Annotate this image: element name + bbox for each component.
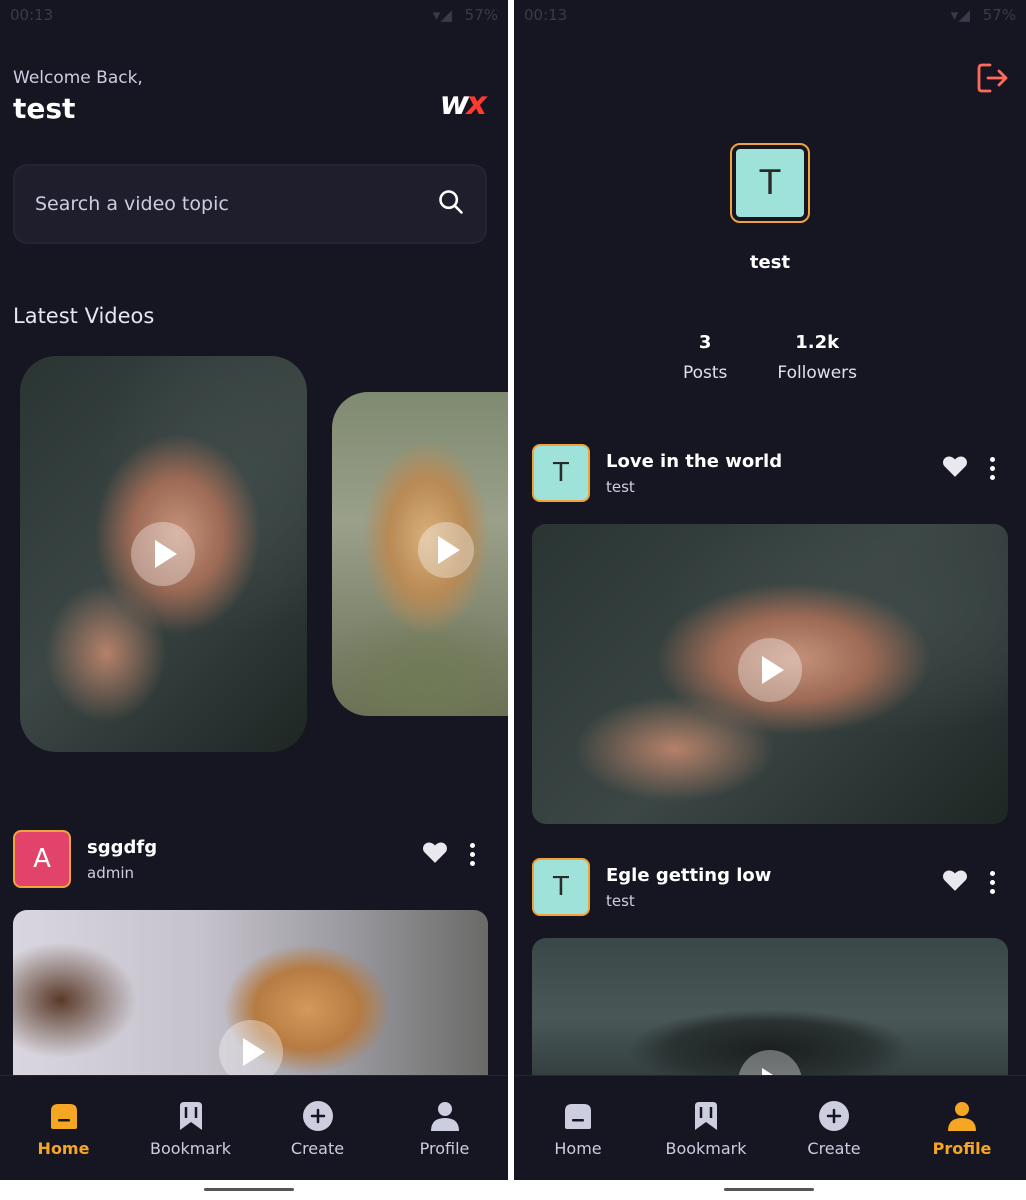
- post-video[interactable]: [13, 910, 488, 1090]
- plus-circle-icon: [301, 1099, 335, 1133]
- tab-label: Profile: [419, 1138, 470, 1158]
- post-header: T Egle getting low test: [532, 858, 771, 916]
- post-actions: [942, 868, 995, 896]
- stat-value: 3: [698, 332, 712, 353]
- signal-icon: ▾◢: [950, 6, 970, 24]
- home-icon: [47, 1099, 81, 1133]
- stat-value: 1.2k: [795, 332, 840, 353]
- tab-profile[interactable]: Profile: [907, 1099, 1017, 1158]
- stat-followers: 1.2k Followers: [777, 332, 857, 383]
- play-icon[interactable]: [131, 522, 195, 586]
- post-video[interactable]: [532, 938, 1008, 1098]
- post-author: test: [606, 891, 635, 910]
- more-icon[interactable]: [990, 456, 995, 480]
- post-video[interactable]: [532, 524, 1008, 824]
- tab-label: Bookmark: [665, 1138, 747, 1158]
- welcome-text: Welcome Back,: [13, 68, 143, 88]
- home-icon: [561, 1099, 595, 1133]
- stat-label: Posts: [682, 363, 728, 383]
- post-title: Love in the world: [606, 450, 783, 472]
- bottom-tab-bar: Home Bookmark Create Profile: [0, 1075, 508, 1180]
- latest-videos-title: Latest Videos: [13, 304, 155, 328]
- tab-bookmark[interactable]: Bookmark: [651, 1099, 761, 1158]
- gesture-bar: [724, 1188, 814, 1191]
- heart-icon[interactable]: [422, 840, 448, 868]
- avatar: T: [736, 149, 804, 217]
- profile-screen: 00:13 ▾◢ 57% T test 3 Posts 1.2k Followe…: [514, 0, 1026, 1180]
- search-bar[interactable]: [13, 164, 487, 244]
- tab-label: Create: [290, 1138, 345, 1158]
- home-username: test: [13, 92, 76, 125]
- battery-level: 57%: [464, 6, 498, 24]
- avatar[interactable]: A: [13, 830, 71, 888]
- post-actions: [422, 840, 475, 868]
- trending-video-card[interactable]: [332, 392, 508, 716]
- status-time: 00:13: [524, 6, 568, 24]
- heart-icon[interactable]: [942, 454, 968, 482]
- play-icon[interactable]: [738, 638, 802, 702]
- avatar[interactable]: T: [532, 444, 590, 502]
- status-icons: ▾◢ 57%: [425, 6, 498, 26]
- logout-icon[interactable]: [976, 62, 1010, 98]
- home-screen: 00:13 ▾◢ 57% Welcome Back, test wx Lates…: [0, 0, 508, 1180]
- tab-create[interactable]: Create: [263, 1099, 373, 1158]
- heart-icon[interactable]: [942, 868, 968, 896]
- profile-icon: [428, 1099, 462, 1133]
- tab-label: Home: [554, 1138, 602, 1158]
- stat-label: Followers: [777, 363, 858, 383]
- tab-label: Bookmark: [149, 1138, 232, 1158]
- battery-level: 57%: [982, 6, 1016, 24]
- stat-posts: 3 Posts: [683, 332, 727, 383]
- tab-label: Profile: [932, 1138, 992, 1158]
- tab-home[interactable]: Home: [523, 1099, 633, 1158]
- search-input[interactable]: [35, 193, 395, 215]
- more-icon[interactable]: [990, 870, 995, 894]
- profile-username: test: [749, 252, 791, 273]
- status-bar: 00:13 ▾◢ 57%: [0, 0, 508, 32]
- post-actions: [942, 454, 995, 482]
- post-header: T Love in the world test: [532, 444, 782, 502]
- tab-label: Home: [37, 1138, 90, 1158]
- post-author: test: [606, 477, 635, 496]
- logo-right: x: [466, 84, 487, 122]
- logo-left: w: [439, 84, 470, 122]
- tab-create[interactable]: Create: [779, 1099, 889, 1158]
- signal-icon: ▾◢: [432, 6, 452, 24]
- post-title: sggdfg: [87, 836, 158, 858]
- profile-icon: [945, 1099, 979, 1133]
- bookmark-icon: [174, 1099, 208, 1133]
- profile-avatar-frame[interactable]: T: [730, 143, 810, 223]
- bottom-tab-bar: Home Bookmark Create Profile: [514, 1075, 1026, 1180]
- profile-stats: 3 Posts 1.2k Followers: [514, 332, 1026, 383]
- search-icon[interactable]: [437, 188, 465, 220]
- more-icon[interactable]: [470, 842, 475, 866]
- play-icon[interactable]: [418, 522, 474, 578]
- tab-bookmark[interactable]: Bookmark: [136, 1099, 246, 1158]
- post-author: admin: [87, 863, 134, 882]
- bookmark-icon: [689, 1099, 723, 1133]
- post-header: A sggdfg admin: [13, 830, 157, 888]
- tab-home[interactable]: Home: [9, 1099, 119, 1158]
- post-title: Egle getting low: [606, 864, 772, 886]
- app-logo: wx: [439, 84, 487, 122]
- plus-circle-icon: [817, 1099, 851, 1133]
- avatar[interactable]: T: [532, 858, 590, 916]
- status-time: 00:13: [10, 6, 54, 24]
- gesture-bar: [204, 1188, 294, 1191]
- trending-video-card[interactable]: [20, 356, 307, 752]
- status-icons: ▾◢ 57%: [943, 6, 1016, 26]
- tab-label: Create: [807, 1138, 861, 1158]
- tab-profile[interactable]: Profile: [390, 1099, 500, 1158]
- status-bar: 00:13 ▾◢ 57%: [514, 0, 1026, 32]
